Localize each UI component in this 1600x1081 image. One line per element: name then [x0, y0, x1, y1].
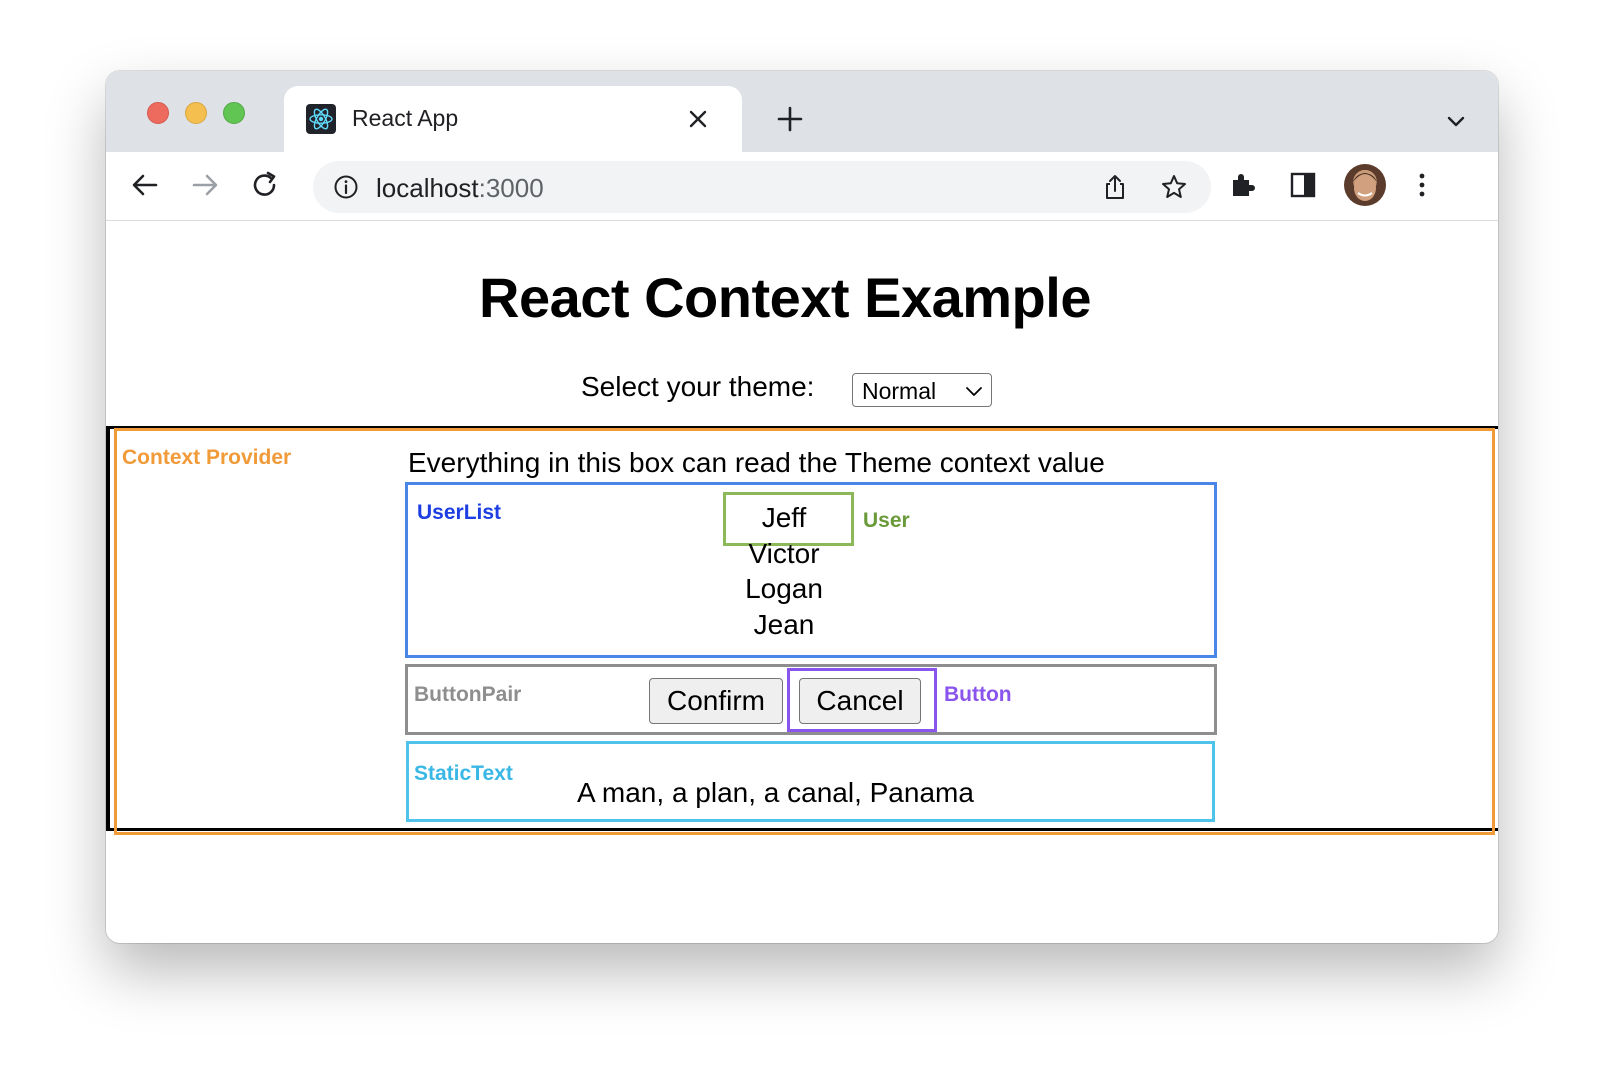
theme-select[interactable]: Normal [852, 373, 992, 407]
tab-strip: React App [106, 71, 1498, 152]
userlist-label: UserList [417, 501, 502, 524]
cancel-button[interactable]: Cancel [799, 678, 921, 724]
avatar-face-icon [1353, 173, 1377, 201]
list-item: Jean [753, 609, 815, 640]
buttonpair-label: ButtonPair [414, 683, 522, 706]
info-icon[interactable] [333, 174, 359, 200]
bookmark-star-icon[interactable] [1160, 173, 1188, 201]
back-arrow-icon[interactable] [128, 168, 162, 202]
button-label: Button [944, 683, 1012, 706]
list-item: Jeff [761, 502, 807, 533]
side-panel-icon[interactable] [1287, 169, 1319, 201]
url-port: :3000 [478, 173, 544, 203]
reload-icon[interactable] [248, 168, 282, 202]
minimize-window-button[interactable] [185, 102, 207, 124]
static-text: A man, a plan, a canal, Panama [577, 777, 974, 808]
chevron-down-icon[interactable] [1444, 109, 1468, 133]
provider-description: Everything in this box can read the Them… [408, 447, 1105, 478]
close-window-button[interactable] [147, 102, 169, 124]
forward-arrow-icon[interactable] [188, 168, 222, 202]
list-item: Victor [748, 538, 820, 569]
tab-title: React App [352, 105, 459, 131]
tab-react-app[interactable]: React App [284, 86, 742, 152]
browser-toolbar: localhost:3000 [106, 152, 1498, 221]
browser-window: React App localhost:3000 React Context E… [106, 71, 1498, 943]
url-text[interactable]: localhost:3000 [376, 173, 544, 204]
new-tab-button[interactable] [772, 101, 808, 137]
maximize-window-button[interactable] [223, 102, 245, 124]
extensions-puzzle-icon[interactable] [1227, 169, 1259, 201]
statictext-label: StaticText [414, 762, 513, 785]
address-bar[interactable]: localhost:3000 [313, 161, 1211, 213]
profile-avatar[interactable] [1344, 164, 1386, 206]
list-item: Logan [745, 573, 823, 604]
chevron-down-icon [966, 387, 982, 396]
confirm-button[interactable]: Confirm [649, 678, 783, 724]
page-content: React Context Example Select your theme:… [106, 221, 1498, 943]
theme-select-value: Normal [862, 378, 937, 404]
url-host: localhost [376, 173, 479, 203]
close-icon [689, 110, 707, 128]
more-vertical-icon[interactable] [1406, 169, 1438, 201]
tab-close-button[interactable] [682, 103, 714, 135]
share-icon[interactable] [1101, 173, 1129, 201]
react-logo-icon [306, 104, 336, 134]
context-provider-label: Context Provider [122, 446, 292, 469]
page-title: React Context Example [479, 266, 1091, 329]
theme-label: Select your theme: [581, 371, 815, 402]
